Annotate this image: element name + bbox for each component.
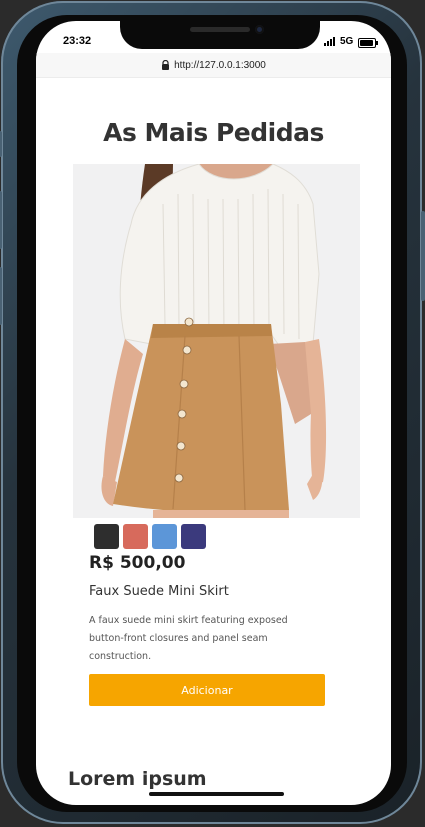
product-description: A faux suede mini skirt featuring expose… <box>89 615 288 662</box>
battery-icon <box>358 38 378 48</box>
volume-down-button <box>0 267 2 325</box>
color-swatch-indigo[interactable] <box>181 524 206 549</box>
volume-up-button <box>0 191 2 249</box>
status-time: 23:32 <box>63 35 92 47</box>
skirt-photo-icon <box>73 163 360 518</box>
add-to-cart-button[interactable]: Adicionar <box>89 674 325 706</box>
color-swatch-black[interactable] <box>94 524 119 549</box>
signal-icon <box>324 37 338 46</box>
section-heading: As Mais Pedidas <box>103 118 324 147</box>
url-text: http://127.0.0.1:3000 <box>174 59 266 71</box>
lock-icon <box>162 60 170 70</box>
speaker-grille <box>190 27 250 32</box>
network-type: 5G <box>340 36 354 47</box>
phone-bezel: 23:32 5G http://127.0.0.1:3000 As Mais P… <box>17 15 407 812</box>
phone-frame: 23:32 5G http://127.0.0.1:3000 As Mais P… <box>0 1 425 824</box>
color-swatches <box>94 524 206 549</box>
next-section-title: Lorem ipsum <box>68 768 207 790</box>
home-indicator[interactable] <box>149 792 284 796</box>
product-image[interactable] <box>73 163 360 518</box>
silent-switch <box>0 131 2 157</box>
product-name: Faux Suede Mini Skirt <box>89 584 229 599</box>
color-swatch-blue[interactable] <box>152 524 177 549</box>
color-swatch-coral[interactable] <box>123 524 148 549</box>
phone-screen: 23:32 5G http://127.0.0.1:3000 As Mais P… <box>36 21 391 805</box>
address-bar[interactable]: http://127.0.0.1:3000 <box>36 53 391 78</box>
front-camera <box>255 25 264 34</box>
product-price: R$ 500,00 <box>89 553 186 573</box>
power-button <box>421 211 425 301</box>
notch <box>120 21 320 49</box>
